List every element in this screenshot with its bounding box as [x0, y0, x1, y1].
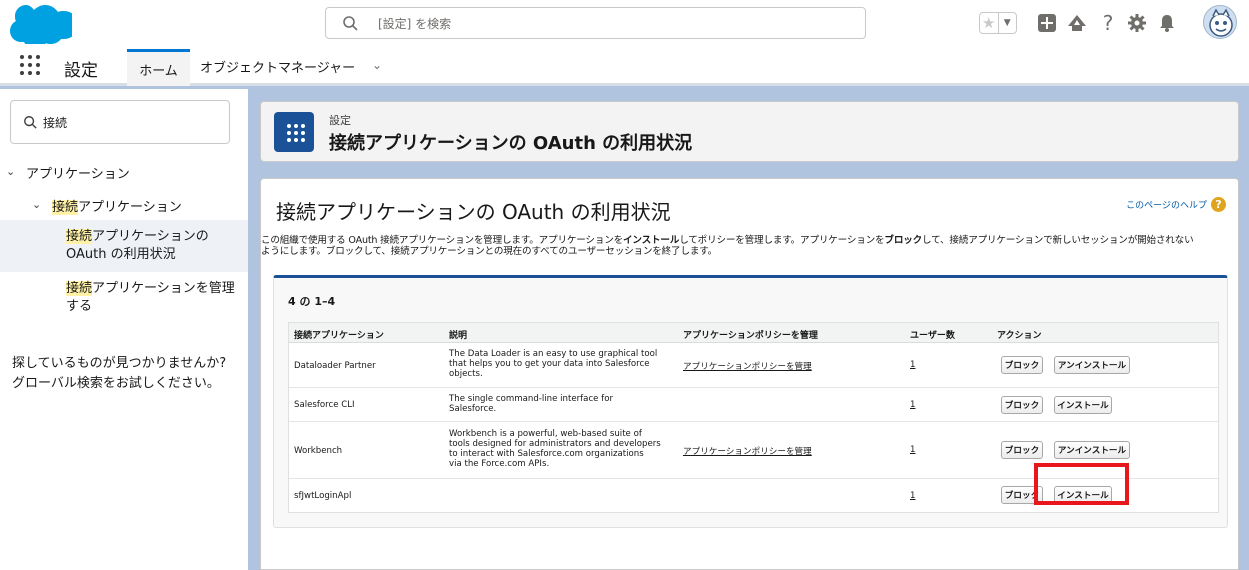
search-placeholder: [設定] を検索: [378, 17, 452, 31]
tab-object-manager[interactable]: オブジェクトマネージャー: [200, 57, 355, 76]
app-launcher-icon[interactable]: [20, 55, 40, 75]
chevron-down-icon: ⌄: [32, 198, 42, 211]
highlight-box: [1034, 463, 1129, 505]
app-name: 設定: [64, 61, 98, 81]
gear-icon[interactable]: [1126, 12, 1148, 34]
bell-icon[interactable]: [1156, 12, 1178, 34]
page-description: この組織で使用する OAuth 接続アプリケーションを管理します。アプリケーショ…: [261, 235, 1194, 257]
description-cell: Workbench is a powerful, web-based suite…: [449, 429, 661, 469]
app-name-cell: Dataloader Partner: [294, 361, 376, 371]
uninstall-button[interactable]: アンインストール: [1054, 356, 1130, 374]
column-header-description: 説明: [449, 331, 468, 341]
column-header-users: ユーザー数: [910, 331, 955, 341]
column-header-policy: アプリケーションポリシーを管理: [683, 331, 818, 341]
user-count-link[interactable]: 1: [910, 491, 915, 501]
manage-policy-link[interactable]: アプリケーションポリシーを管理: [683, 445, 812, 457]
app-nav-bar: 設定 ホーム オブジェクトマネージャー ⌄: [0, 46, 1249, 86]
favorites-control[interactable]: ★ ▼: [979, 12, 1017, 34]
global-search[interactable]: [設定] を検索: [325, 7, 866, 39]
chevron-down-icon: ⌄: [6, 165, 16, 178]
search-icon: [343, 16, 358, 31]
table-row: Salesforce CLI The single command-line i…: [289, 388, 1218, 422]
user-avatar[interactable]: [1203, 5, 1237, 39]
global-header: [設定] を検索 ★ ▼ ?: [0, 0, 1249, 46]
block-button[interactable]: ブロック: [1001, 396, 1043, 414]
star-icon[interactable]: ★: [980, 13, 999, 33]
column-header-actions: アクション: [997, 331, 1042, 341]
global-actions-icon[interactable]: [1036, 12, 1058, 34]
chevron-down-icon[interactable]: ▼: [999, 13, 1017, 33]
help-link[interactable]: このページのヘルプ ?: [1126, 197, 1226, 212]
record-count: 4 の 1–4: [288, 295, 336, 308]
description-cell: The Data Loader is an easy to use graphi…: [449, 349, 658, 379]
page-header: 設定 接続アプリケーションの OAuth の利用状況: [260, 101, 1239, 162]
tab-home[interactable]: ホーム: [127, 49, 190, 86]
content-heading: 接続アプリケーションの OAuth の利用状況: [276, 200, 671, 224]
install-button[interactable]: インストール: [1054, 396, 1112, 414]
app-name-cell: Salesforce CLI: [294, 400, 355, 410]
app-name-cell: Workbench: [294, 446, 343, 456]
description-cell: The single command-line interface for Sal…: [449, 394, 613, 414]
chevron-down-icon[interactable]: ⌄: [372, 58, 382, 72]
setup-sidebar: 接続 ⌄ アプリケーション ⌄ 接続アプリケーション 接続アプリケーションの O…: [0, 89, 248, 570]
table-row: Dataloader Partner The Data Loader is an…: [289, 343, 1218, 388]
block-button[interactable]: ブロック: [1001, 356, 1043, 374]
breadcrumb[interactable]: 設定: [329, 112, 351, 128]
quick-find-value: 接続: [43, 116, 68, 130]
help-icon[interactable]: ?: [1097, 11, 1119, 35]
setup-app-icon: [274, 112, 314, 152]
column-header-app: 接続アプリケーション: [294, 331, 384, 341]
page-title: 接続アプリケーションの OAuth の利用状況: [329, 133, 693, 154]
table-header: 接続アプリケーション 説明 アプリケーションポリシーを管理 ユーザー数 アクショ…: [289, 323, 1218, 343]
search-icon: [24, 116, 37, 129]
user-count-link[interactable]: 1: [910, 400, 915, 410]
help-icon[interactable]: ?: [1211, 197, 1226, 212]
quick-find-input[interactable]: 接続: [10, 100, 230, 144]
content-panel: 接続アプリケーションの OAuth の利用状況 このページのヘルプ ? この組織…: [260, 178, 1239, 570]
trailhead-icon[interactable]: [1066, 12, 1088, 34]
salesforce-logo[interactable]: [8, 4, 72, 44]
not-found-hint: 探しているものが見つかりませんか? グローバル検索をお試しください。: [12, 356, 227, 391]
block-button[interactable]: ブロック: [1001, 441, 1043, 459]
user-count-link[interactable]: 1: [910, 360, 915, 370]
user-count-link[interactable]: 1: [910, 445, 915, 455]
tree-item-oauth-usage[interactable]: 接続アプリケーションの OAuth の利用状況: [0, 220, 248, 272]
manage-policy-link[interactable]: アプリケーションポリシーを管理: [683, 360, 812, 372]
uninstall-button[interactable]: アンインストール: [1054, 441, 1130, 459]
app-name-cell: sfJwtLoginApl: [294, 491, 352, 501]
